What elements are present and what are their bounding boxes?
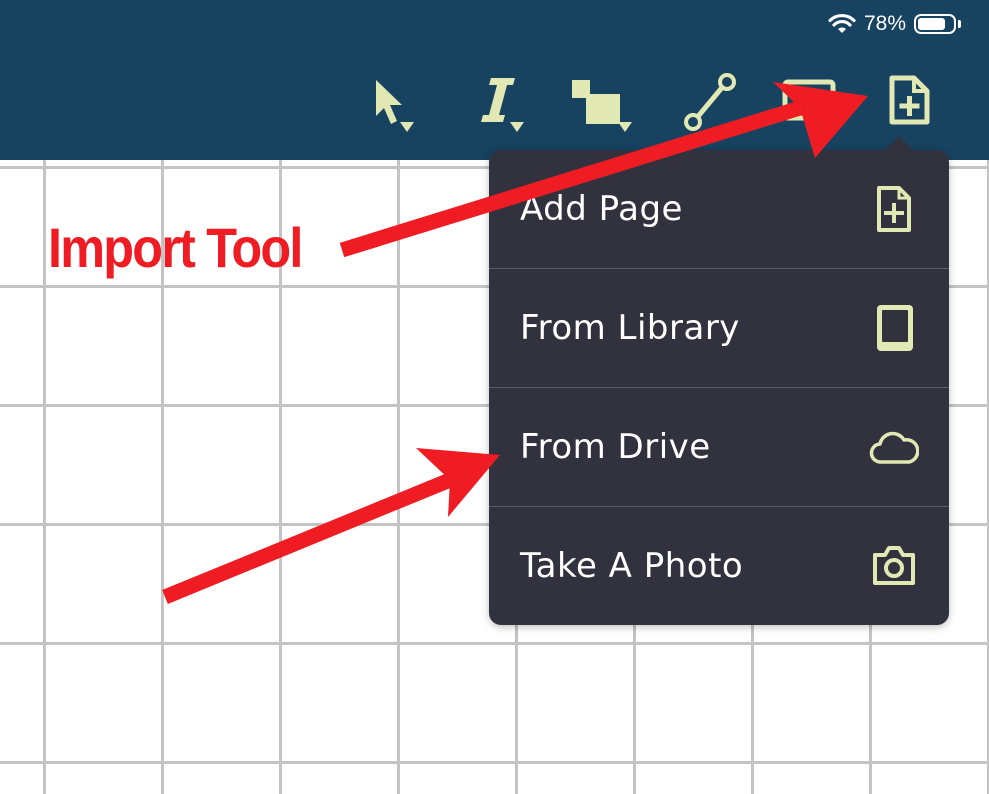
camera-icon: [873, 546, 915, 585]
tablet-icon: [877, 305, 913, 351]
battery-icon: [914, 14, 961, 34]
top-toolbar: 78%: [0, 0, 989, 160]
chevron-down-icon: [510, 122, 524, 132]
menu-item-from-library[interactable]: From Library: [489, 269, 949, 387]
menu-item-add-page[interactable]: Add Page: [489, 150, 949, 268]
wifi-icon: [828, 13, 856, 33]
menu-item-label: Add Page: [520, 189, 683, 229]
italic-i-icon: [481, 78, 515, 122]
menu-item-from-drive[interactable]: From Drive: [489, 388, 949, 506]
cloud-icon: [869, 431, 919, 464]
add-page-icon: [877, 186, 911, 232]
import-tool-annotation: Import Tool: [48, 216, 303, 279]
line-tool-button[interactable]: [677, 60, 741, 140]
cursor-arrow-icon: [376, 80, 402, 124]
chevron-down-icon: [400, 122, 414, 132]
chevron-down-icon: [618, 122, 632, 132]
select-tool-button[interactable]: [360, 60, 420, 140]
menu-item-take-a-photo[interactable]: Take A Photo: [489, 507, 949, 625]
add-page-icon: [889, 75, 930, 125]
battery-percentage: 78%: [863, 12, 906, 35]
text-tool-button[interactable]: [468, 60, 530, 140]
text-box-icon: [782, 79, 836, 121]
text-box-tool-button[interactable]: [778, 60, 840, 140]
import-tool-button[interactable]: [878, 60, 938, 140]
menu-item-label: From Drive: [520, 427, 711, 467]
battery-fill: [918, 18, 945, 30]
menu-item-label: From Library: [520, 308, 740, 348]
line-segment-icon: [684, 73, 736, 131]
shape-tool-button[interactable]: [562, 60, 634, 140]
squares-icon: [572, 80, 620, 124]
menu-item-label: Take A Photo: [520, 546, 744, 586]
tool-row: [0, 60, 989, 140]
import-menu: Add Page From Library From Drive Take A …: [489, 136, 949, 625]
status-bar: 78%: [828, 10, 961, 38]
